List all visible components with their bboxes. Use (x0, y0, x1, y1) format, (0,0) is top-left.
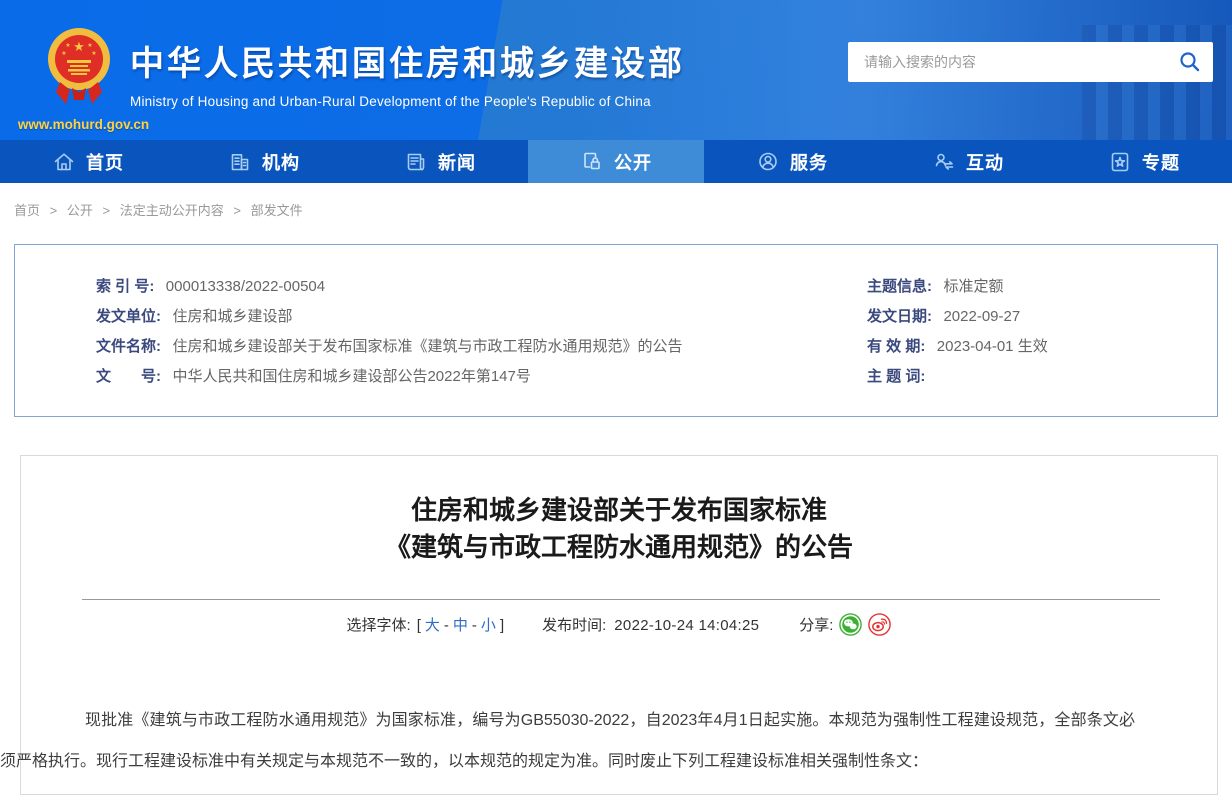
breadcrumb-disclosure[interactable]: 公开 (67, 203, 93, 218)
svg-text:★: ★ (73, 40, 85, 55)
breadcrumb-separator: > (103, 203, 111, 218)
organization-icon (228, 150, 252, 174)
article-title: 住房和城乡建设部关于发布国家标准 《建筑与市政工程防水通用规范》的公告 (21, 492, 1217, 566)
nav-item-disclosure[interactable]: 公开 (528, 140, 704, 183)
svg-text:★: ★ (61, 50, 66, 57)
dash: - (472, 617, 477, 634)
breadcrumb: 首页 > 公开 > 法定主动公开内容 > 部发文件 (0, 183, 1232, 221)
nav-item-services[interactable]: 服务 (704, 140, 880, 183)
search-box (848, 42, 1213, 82)
info-label: 有 效 期: (867, 338, 925, 355)
info-label: 发文单位: (96, 308, 161, 325)
page: ★ ★ ★ ★ ★ www.mohurd.gov.cn 中华人民共和国住房和城乡… (0, 0, 1232, 780)
nav-item-news[interactable]: 新闻 (352, 140, 528, 183)
nav-item-label: 公开 (614, 149, 652, 175)
info-value: 标准定额 (943, 278, 1003, 295)
svg-text:★: ★ (87, 42, 92, 49)
info-value: 住房和城乡建设部关于发布国家标准《建筑与市政工程防水通用规范》的公告 (172, 338, 682, 355)
national-emblem-logo: ★ ★ ★ ★ ★ (46, 24, 112, 116)
info-label: 主 题 词: (867, 368, 925, 385)
nav-item-home[interactable]: 首页 (0, 140, 176, 183)
weibo-share-icon[interactable] (868, 613, 891, 636)
bracket-open: [ (417, 617, 421, 634)
home-icon (52, 150, 76, 174)
nav-item-label: 服务 (790, 149, 828, 175)
nav-item-interaction[interactable]: 互动 (880, 140, 1056, 183)
site-subtitle-english: Ministry of Housing and Urban-Rural Deve… (130, 94, 685, 109)
site-url: www.mohurd.gov.cn (6, 117, 161, 132)
info-row-subject-info: 主题信息: 标准定额 (867, 272, 1217, 302)
font-size-small[interactable]: 小 (481, 617, 496, 634)
info-value: 2023-04-01 生效 (937, 338, 1048, 355)
article-title-line1: 住房和城乡建设部关于发布国家标准 (21, 492, 1217, 529)
info-row-issuing-unit: 发文单位: 住房和城乡建设部 (96, 302, 867, 332)
info-value: 中华人民共和国住房和城乡建设部公告2022年第147号 (172, 368, 530, 385)
svg-text:★: ★ (91, 50, 96, 57)
nav-item-label: 互动 (966, 149, 1004, 175)
font-select-label: 选择字体: (347, 614, 411, 635)
main-nav: 首页 机构 新闻 公开 (0, 140, 1232, 183)
publish-time-group: 发布时间: 2022-10-24 14:04:25 (542, 614, 759, 635)
nav-item-label: 专题 (1142, 149, 1180, 175)
site-header: ★ ★ ★ ★ ★ www.mohurd.gov.cn 中华人民共和国住房和城乡… (0, 0, 1232, 140)
info-row-document-number: 文 号: 中华人民共和国住房和城乡建设部公告2022年第147号 (96, 362, 867, 392)
font-size-selector: [大-中-小] (417, 614, 504, 635)
breadcrumb-separator: > (50, 203, 58, 218)
font-size-medium[interactable]: 中 (453, 617, 468, 634)
info-value: 住房和城乡建设部 (172, 308, 292, 325)
title-divider (82, 599, 1160, 600)
share-label: 分享: (799, 614, 833, 635)
nav-item-label: 首页 (86, 149, 124, 175)
search-button[interactable] (1167, 42, 1213, 82)
font-size-large[interactable]: 大 (425, 617, 440, 634)
site-title: 中华人民共和国住房和城乡建设部 (130, 36, 685, 85)
info-value: 000013338/2022-00504 (166, 278, 325, 295)
info-label: 索 引 号: (96, 278, 154, 295)
publish-time-value: 2022-10-24 14:04:25 (614, 617, 759, 634)
info-row-document-name: 文件名称: 住房和城乡建设部关于发布国家标准《建筑与市政工程防水通用规范》的公告 (96, 332, 867, 362)
nav-item-label: 机构 (262, 149, 300, 175)
bracket-close: ] (500, 617, 504, 634)
share-group: 分享: (799, 613, 891, 636)
breadcrumb-ministry-documents[interactable]: 部发文件 (251, 203, 303, 218)
service-icon (756, 150, 780, 174)
breadcrumb-legal-disclosure[interactable]: 法定主动公开内容 (120, 203, 224, 218)
document-info-box: 索 引 号: 000013338/2022-00504 发文单位: 住房和城乡建… (14, 244, 1218, 417)
info-value: 2022-09-27 (943, 308, 1020, 325)
disclosure-icon (580, 150, 604, 174)
article-box: 住房和城乡建设部关于发布国家标准 《建筑与市政工程防水通用规范》的公告 选择字体… (20, 455, 1218, 795)
info-label: 文件名称: (96, 338, 161, 355)
nav-item-topics[interactable]: 专题 (1056, 140, 1232, 183)
info-label: 发文日期: (867, 308, 932, 325)
nav-item-organization[interactable]: 机构 (176, 140, 352, 183)
document-info-left-column: 索 引 号: 000013338/2022-00504 发文单位: 住房和城乡建… (15, 272, 867, 392)
publish-time-label: 发布时间: (542, 617, 606, 634)
svg-text:★: ★ (65, 42, 70, 49)
dash: - (444, 617, 449, 634)
search-input[interactable] (848, 54, 1167, 70)
news-icon (404, 150, 428, 174)
article-meta-row: 选择字体: [大-中-小] 发布时间:2022-10-24 14:04:25 分… (21, 613, 1217, 636)
wechat-share-icon[interactable] (839, 613, 862, 636)
info-label: 主题信息: (867, 278, 932, 295)
info-label: 文 号: (96, 368, 161, 385)
document-info-right-column: 主题信息: 标准定额 发文日期: 2022-09-27 有 效 期: 2023-… (867, 272, 1217, 392)
article-body-paragraph: 现批准《建筑与市政工程防水通用规范》为国家标准，编号为GB55030-2022，… (0, 700, 1135, 782)
breadcrumb-separator: > (233, 203, 241, 218)
info-row-effective-date: 有 效 期: 2023-04-01 生效 (867, 332, 1217, 362)
info-row-index-number: 索 引 号: 000013338/2022-00504 (96, 272, 867, 302)
search-icon (1178, 50, 1202, 74)
interaction-icon (932, 150, 956, 174)
info-row-issue-date: 发文日期: 2022-09-27 (867, 302, 1217, 332)
info-row-keywords: 主 题 词: (867, 362, 1217, 392)
topics-icon (1108, 150, 1132, 174)
breadcrumb-home[interactable]: 首页 (14, 203, 40, 218)
nav-item-label: 新闻 (438, 149, 476, 175)
article-title-line2: 《建筑与市政工程防水通用规范》的公告 (21, 529, 1217, 566)
